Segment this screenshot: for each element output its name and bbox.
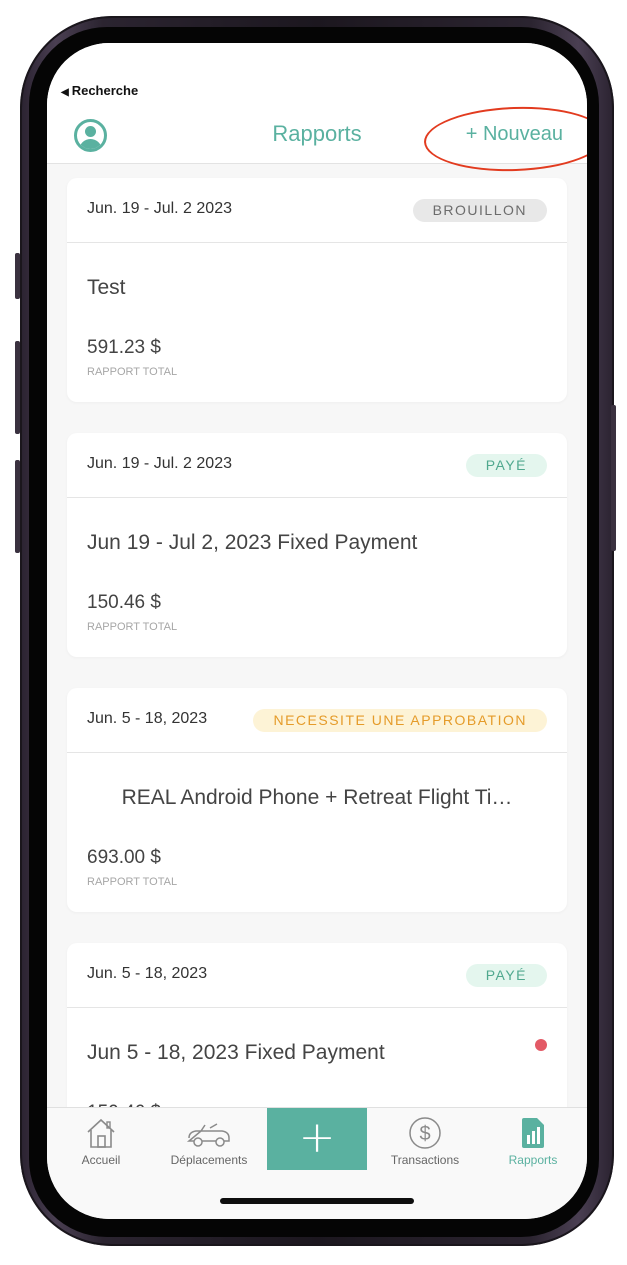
status-badge: PAYÉ bbox=[465, 964, 547, 987]
report-date-range: Jun. 5 - 18, 2023 bbox=[87, 965, 208, 982]
tab-label: Déplacements bbox=[170, 1153, 248, 1167]
tab-deplacements[interactable]: Déplacements bbox=[155, 1108, 263, 1174]
status-badge: NECESSITE UNE APPROBATION bbox=[253, 709, 547, 732]
back-to-search-link[interactable]: ◀ Recherche bbox=[61, 83, 138, 98]
svg-text:$: $ bbox=[419, 1123, 430, 1145]
action-button bbox=[15, 253, 20, 299]
report-card[interactable]: Jun. 19 - Jul. 2 2023 BROUILLON Test 591… bbox=[67, 178, 567, 402]
report-amount: 693.00 $ bbox=[87, 847, 161, 868]
tab-bar: Accueil Déplacements + $ Transactions Ra… bbox=[47, 1107, 587, 1219]
tab-accueil[interactable]: Accueil bbox=[47, 1108, 155, 1174]
report-card-header: Jun. 19 - Jul. 2 2023 BROUILLON bbox=[67, 178, 567, 243]
navigation-bar: ◀ Recherche Rapports + Nouveau bbox=[47, 43, 587, 175]
report-amount: 591.23 $ bbox=[87, 337, 161, 358]
back-triangle-icon: ◀ bbox=[61, 87, 69, 98]
tab-label: Rapports bbox=[508, 1153, 558, 1167]
tab-label: Accueil bbox=[81, 1153, 121, 1167]
report-date-range: Jun. 19 - Jul. 2 2023 bbox=[87, 455, 232, 472]
report-card-header: Jun. 5 - 18, 2023 PAYÉ bbox=[67, 943, 567, 1008]
report-icon bbox=[522, 1118, 544, 1148]
report-card[interactable]: Jun. 5 - 18, 2023 NECESSITE UNE APPROBAT… bbox=[67, 688, 567, 912]
back-label: Recherche bbox=[71, 83, 139, 98]
add-expense-button[interactable]: + bbox=[267, 1108, 367, 1170]
report-amount: 150.46 $ bbox=[87, 592, 161, 613]
report-title: REAL Android Phone + Retreat Flight Ti… bbox=[121, 786, 513, 809]
status-badge: BROUILLON bbox=[412, 199, 547, 222]
car-icon bbox=[186, 1123, 230, 1147]
report-title: Jun 5 - 18, 2023 Fixed Payment bbox=[87, 1041, 385, 1064]
tab-transactions[interactable]: $ Transactions bbox=[371, 1108, 479, 1174]
report-amount-label: RAPPORT TOTAL bbox=[87, 876, 178, 888]
report-title: Test bbox=[87, 276, 126, 299]
volume-down-button bbox=[15, 460, 20, 553]
screen: ◀ Recherche Rapports + Nouveau Jun. 19 - … bbox=[47, 43, 587, 1219]
home-indicator[interactable] bbox=[220, 1198, 414, 1204]
report-card[interactable]: Jun. 19 - Jul. 2 2023 PAYÉ Jun 19 - Jul … bbox=[67, 433, 567, 657]
unread-dot-icon bbox=[535, 1039, 547, 1051]
home-icon bbox=[87, 1118, 115, 1148]
report-date-range: Jun. 19 - Jul. 2 2023 bbox=[87, 200, 232, 217]
tab-label: Transactions bbox=[390, 1153, 460, 1167]
tab-rapports[interactable]: Rapports bbox=[479, 1108, 587, 1174]
volume-up-button bbox=[15, 341, 20, 434]
dollar-icon: $ bbox=[409, 1117, 441, 1149]
report-amount-label: RAPPORT TOTAL bbox=[87, 621, 178, 633]
report-card-header: Jun. 19 - Jul. 2 2023 PAYÉ bbox=[67, 433, 567, 498]
report-date-range: Jun. 5 - 18, 2023 bbox=[87, 710, 208, 727]
report-amount-label: RAPPORT TOTAL bbox=[87, 366, 178, 378]
power-button bbox=[611, 405, 616, 551]
status-badge: PAYÉ bbox=[465, 454, 547, 477]
annotation-highlight-circle bbox=[422, 103, 587, 175]
report-card-header: Jun. 5 - 18, 2023 NECESSITE UNE APPROBAT… bbox=[67, 688, 567, 753]
report-title: Jun 19 - Jul 2, 2023 Fixed Payment bbox=[87, 531, 418, 554]
